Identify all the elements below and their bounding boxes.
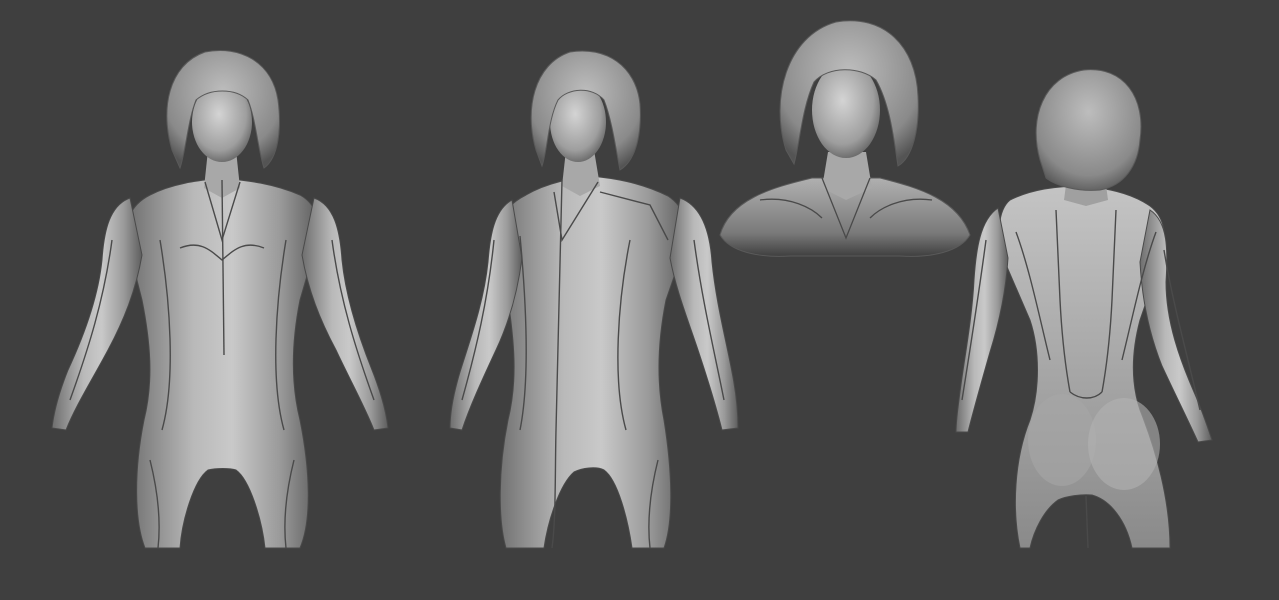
tq-torso [496, 175, 688, 549]
three-quarter-view-figure [449, 50, 739, 549]
bust-closeup-figure [719, 20, 971, 257]
back-right-glute [1088, 398, 1160, 490]
front-view-figure [51, 50, 389, 549]
front-right-arm [301, 197, 389, 431]
sculpt-turnaround-canvas [51, 20, 1213, 549]
back-view-figure [955, 69, 1213, 549]
back-left-glute [1028, 394, 1096, 486]
back-right-arm [1139, 209, 1213, 443]
back-hair [1035, 69, 1142, 191]
bust-head [812, 62, 880, 158]
